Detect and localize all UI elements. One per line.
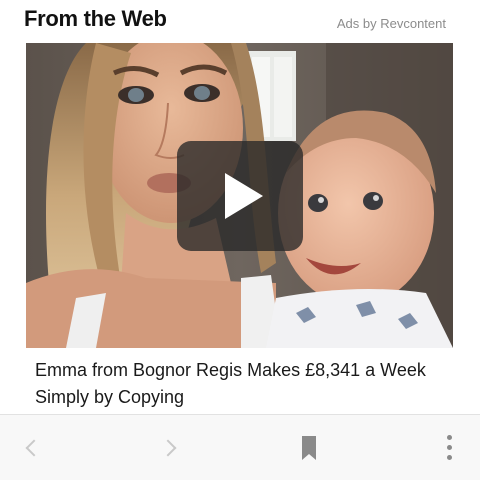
play-button[interactable]	[177, 141, 303, 251]
app-frame: From the Web Ads by Revcontent Emma from…	[0, 0, 480, 480]
bookmark-button[interactable]	[294, 415, 324, 480]
forward-button[interactable]	[156, 415, 186, 480]
more-options-button[interactable]	[434, 415, 464, 480]
article-thumbnail[interactable]	[26, 43, 453, 348]
dot	[446, 455, 452, 460]
widget-header: From the Web Ads by Revcontent	[24, 0, 446, 40]
bookmark-icon	[302, 435, 316, 460]
widget-title: From the Web	[24, 6, 167, 31]
chevron-left-icon	[25, 439, 43, 456]
back-button[interactable]	[16, 415, 46, 480]
dot	[446, 445, 452, 450]
ads-attribution-link[interactable]: Ads by Revcontent	[337, 16, 446, 31]
play-icon	[225, 173, 263, 219]
dot	[446, 435, 452, 440]
browser-toolbar	[0, 415, 480, 480]
more-vertical-icon	[446, 435, 452, 460]
article-headline-link[interactable]: Emma from Bognor Regis Makes £8,341 a We…	[35, 357, 455, 411]
chevron-right-icon	[159, 439, 177, 456]
